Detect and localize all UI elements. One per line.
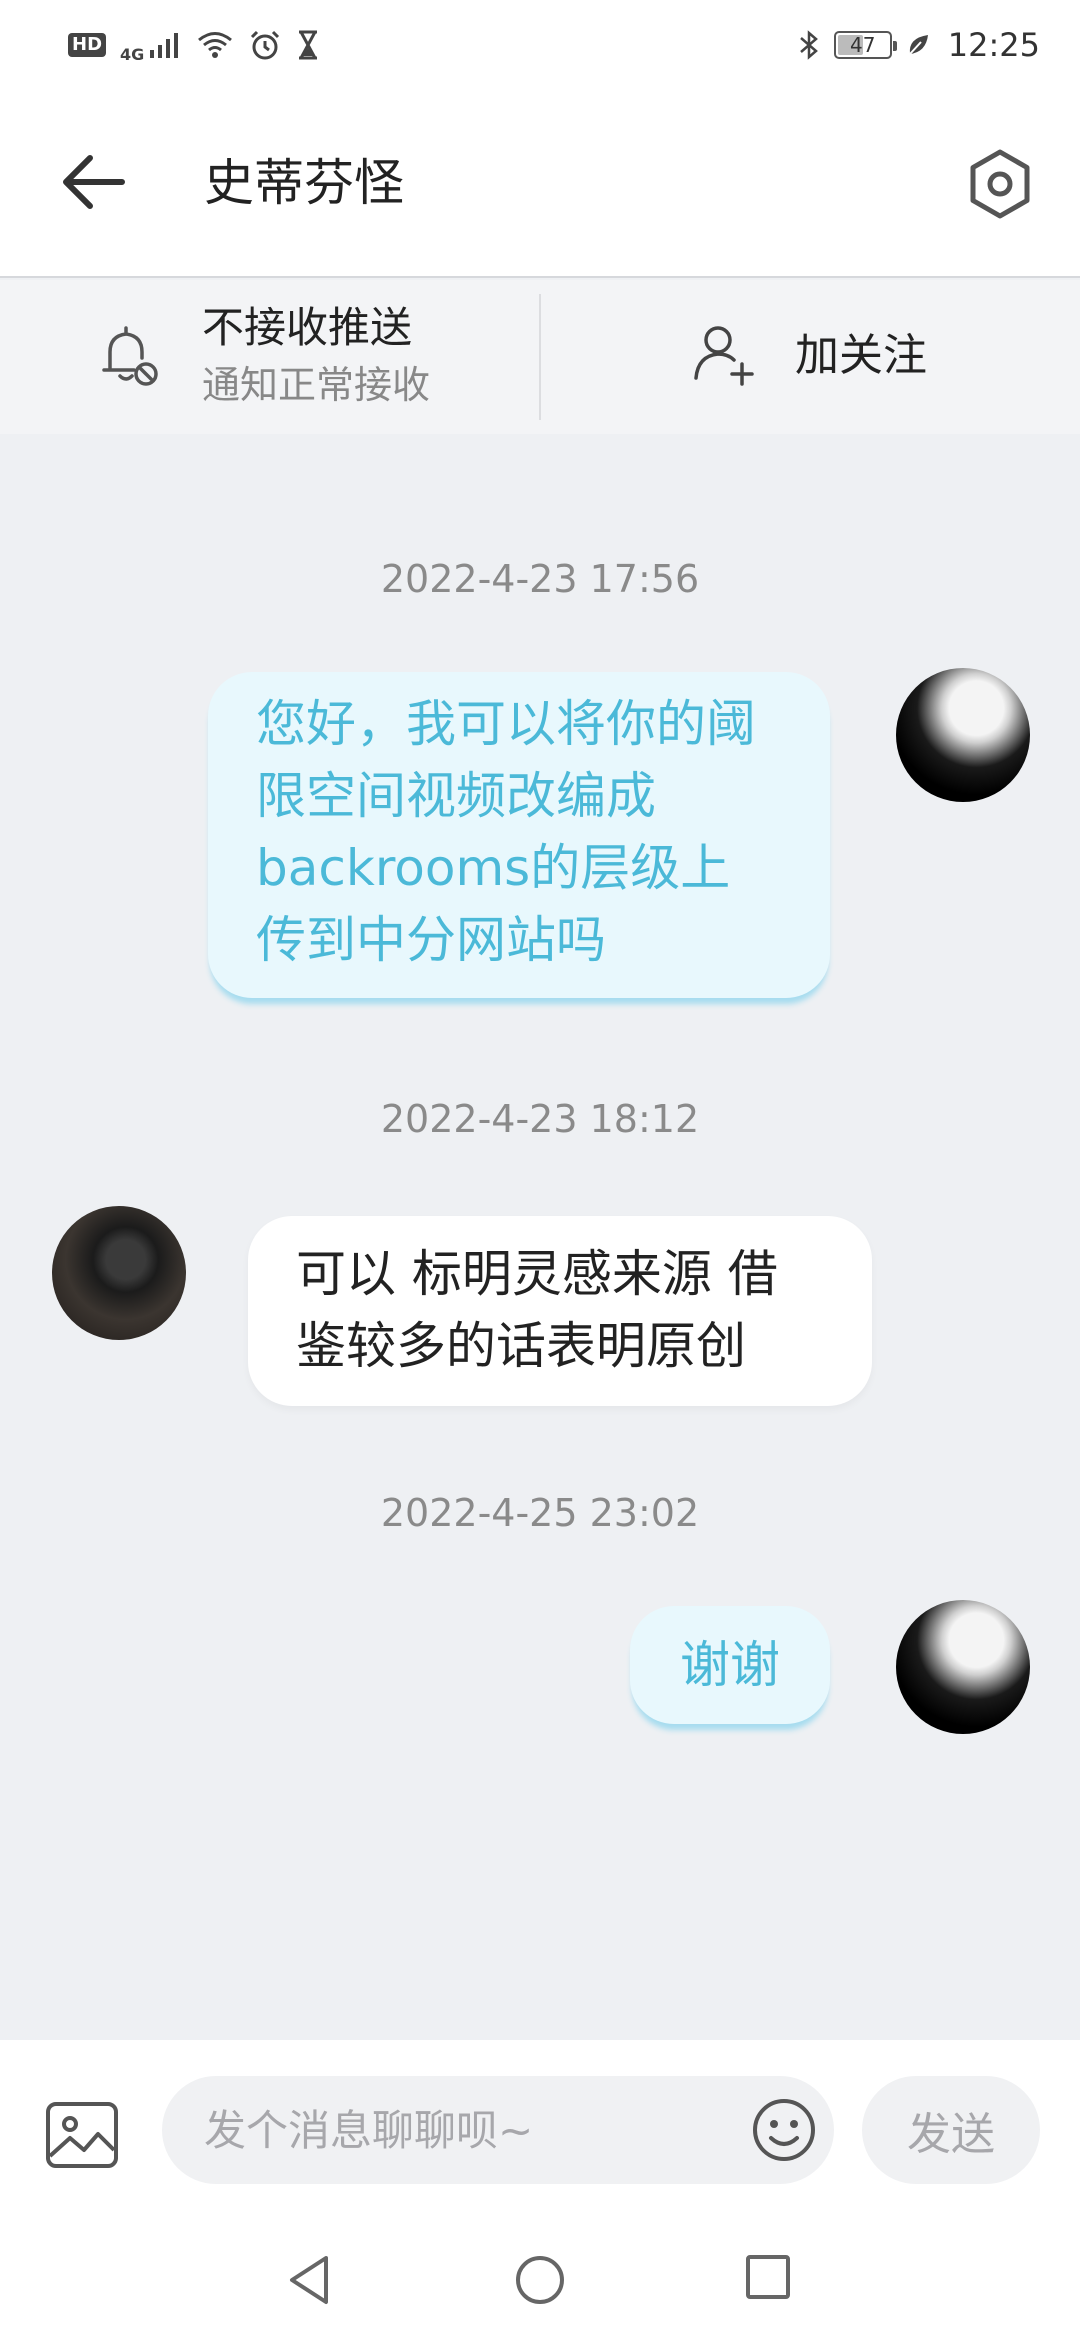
message-timestamp: 2022-4-23 18:12	[380, 1097, 700, 1141]
bell-muted-icon	[102, 326, 158, 386]
message-input-bar: 发送	[0, 2040, 1080, 2220]
my-avatar[interactable]	[896, 668, 1030, 802]
wifi-icon	[196, 30, 234, 60]
message-bubble-incoming[interactable]: 可以 标明灵感来源 借鉴较多的话表明原创	[248, 1216, 872, 1406]
image-icon	[46, 2102, 118, 2168]
message-list[interactable]: 2022-4-23 17:56 您好，我可以将你的阈限空间视频改编成backro…	[0, 434, 1080, 2040]
message-timestamp: 2022-4-25 23:02	[380, 1491, 700, 1535]
signal-icon	[148, 30, 182, 60]
message-bubble-outgoing[interactable]: 您好，我可以将你的阈限空间视频改编成backrooms的层级上传到中分网站吗	[208, 672, 830, 998]
bluetooth-icon	[798, 29, 820, 61]
push-setting-subtitle: 通知正常接收	[202, 363, 431, 407]
message-bubble-outgoing[interactable]: 谢谢	[630, 1606, 830, 1724]
alarm-icon	[248, 29, 282, 61]
settings-button[interactable]	[960, 144, 1040, 224]
divider	[539, 294, 541, 420]
my-avatar[interactable]	[896, 1600, 1030, 1734]
message-input[interactable]	[204, 2100, 724, 2160]
gear-icon	[970, 149, 1030, 219]
add-user-icon	[694, 326, 754, 386]
battery-level: 47	[850, 33, 876, 57]
follow-label: 加关注	[795, 330, 927, 381]
message-field	[162, 2076, 834, 2184]
battery-icon: 47	[833, 31, 897, 59]
system-nav-bar	[0, 2220, 1080, 2340]
nav-recent-icon[interactable]	[745, 2254, 791, 2300]
emoji-button[interactable]	[750, 2096, 818, 2164]
image-button[interactable]	[44, 2100, 120, 2170]
nav-back-icon[interactable]	[284, 2252, 334, 2308]
hourglass-icon	[296, 30, 320, 60]
leaf-icon	[906, 32, 930, 58]
network-type-label: 4G	[120, 44, 145, 64]
chat-header: 史蒂芬怪	[0, 90, 1080, 278]
clock: 12:25	[947, 26, 1040, 64]
push-setting-label: 不接收推送	[202, 303, 413, 352]
emoji-icon	[753, 2099, 815, 2161]
send-button[interactable]: 发送	[862, 2076, 1040, 2184]
push-setting-button[interactable]: 不接收推送 通知正常接收	[0, 280, 540, 434]
back-button[interactable]	[58, 150, 132, 214]
chat-action-bar: 不接收推送 通知正常接收 加关注	[0, 280, 1080, 434]
status-bar: HD 4G 47 12:25	[0, 0, 1080, 90]
hd-badge: HD	[68, 33, 107, 57]
contact-avatar[interactable]	[52, 1206, 186, 1340]
follow-button[interactable]: 加关注	[542, 280, 1080, 434]
arrow-left-icon	[63, 155, 125, 209]
nav-home-icon[interactable]	[514, 2254, 566, 2306]
message-timestamp: 2022-4-23 17:56	[380, 557, 700, 601]
page-title: 史蒂芬怪	[204, 154, 404, 212]
